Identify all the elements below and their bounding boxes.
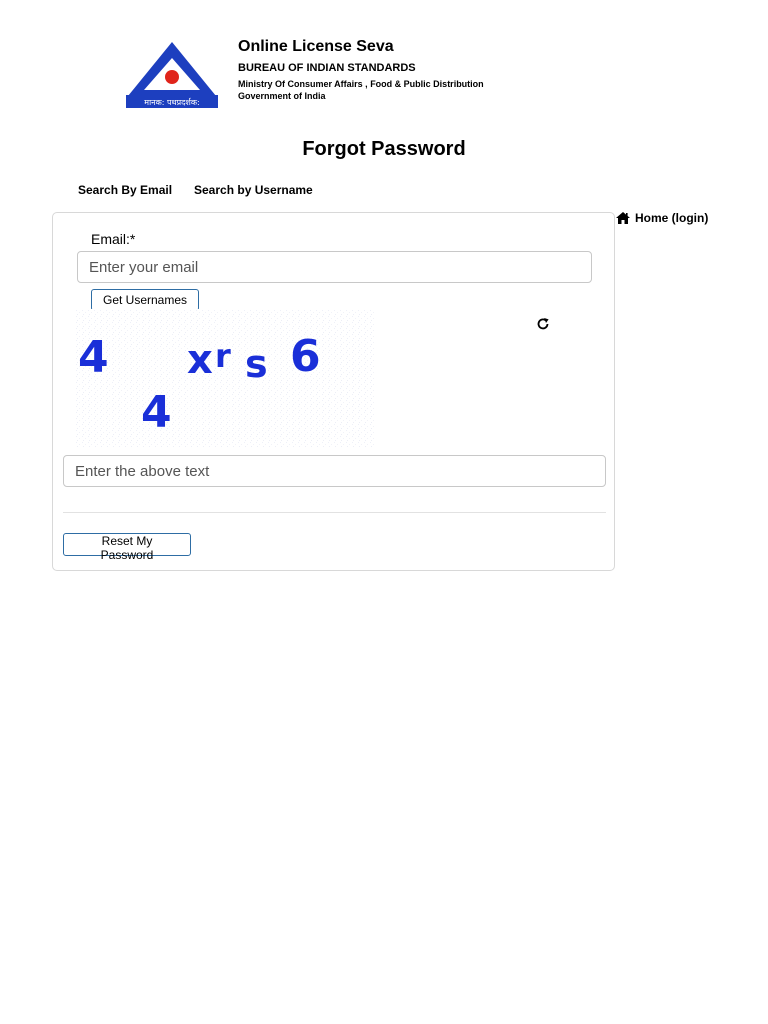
form-divider (63, 512, 606, 513)
captcha-char: 4 (78, 332, 109, 383)
home-login-link[interactable]: Home (login) (616, 211, 708, 225)
organization-name: BUREAU OF INDIAN STANDARDS (238, 62, 416, 74)
reset-password-button[interactable]: Reset My Password (63, 533, 191, 562)
captcha-char: r (215, 337, 231, 375)
forgot-password-page: मानक: पथप्रदर्शक: Online License Seva BU… (0, 0, 768, 1024)
captcha-image: 4 4 x r s 6 (75, 309, 375, 447)
home-icon (616, 212, 630, 224)
captcha-char: 4 (141, 387, 172, 438)
tab-search-by-username[interactable]: Search by Username (194, 183, 313, 197)
ministry-name: Ministry Of Consumer Affairs , Food & Pu… (238, 79, 484, 89)
captcha-char: x (187, 337, 213, 383)
government-name: Government of India (238, 91, 326, 101)
home-link-label: Home (login) (635, 211, 709, 225)
bis-logo-icon: मानक: पथप्रदर्शक: (126, 42, 218, 108)
tab-search-by-email[interactable]: Search By Email (78, 183, 172, 197)
email-input[interactable] (77, 251, 592, 283)
captcha-char: 6 (290, 331, 321, 382)
get-usernames-button[interactable]: Get Usernames (91, 289, 199, 311)
captcha-input[interactable] (63, 455, 606, 487)
forgot-password-panel: Email:* Get Usernames 4 4 x r s 6 (52, 212, 615, 571)
logo-motto: मानक: पथप्रदर्शक: (144, 97, 199, 107)
page-title: Forgot Password (302, 138, 466, 160)
app-title: Online License Seva (238, 38, 394, 55)
captcha-char: s (245, 342, 268, 386)
refresh-icon[interactable] (536, 317, 550, 331)
email-label: Email:* (91, 231, 136, 247)
